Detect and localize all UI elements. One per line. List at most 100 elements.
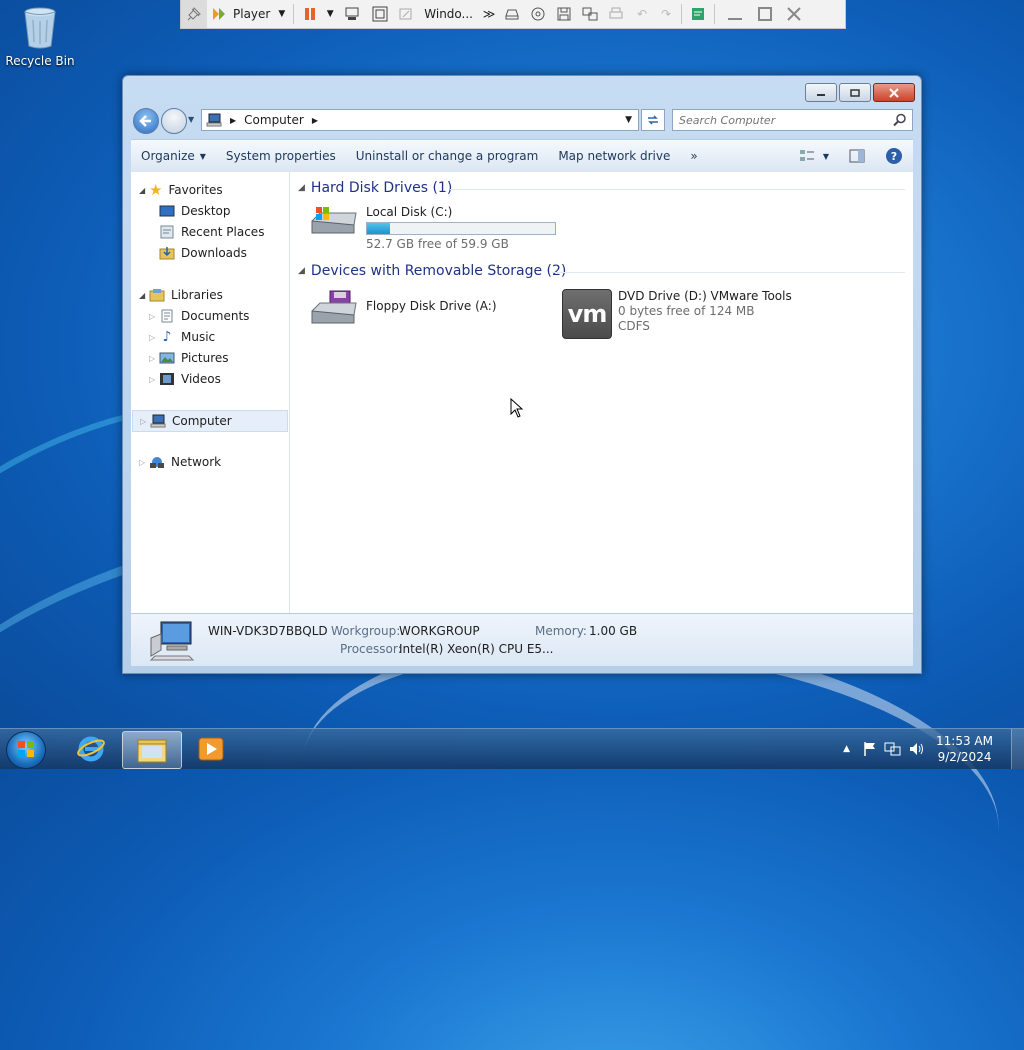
workgroup-label: Workgroup: bbox=[331, 624, 401, 638]
map-network-drive-button[interactable]: Map network drive bbox=[548, 143, 680, 169]
drive-local-disk-c[interactable]: Local Disk (C:) 52.7 GB free of 59.9 GB bbox=[308, 205, 556, 252]
nav-recent-places[interactable]: Recent Places bbox=[159, 222, 264, 242]
uninstall-program-button[interactable]: Uninstall or change a program bbox=[346, 143, 549, 169]
desktop-icon bbox=[159, 205, 175, 217]
nav-favorites[interactable]: ◢ ★ Favorites bbox=[139, 180, 223, 200]
system-tray: ▲ 11:53 AM 9/2/2024 bbox=[843, 729, 1024, 769]
close-icon[interactable] bbox=[779, 0, 809, 28]
more-commands-button[interactable]: » bbox=[680, 143, 707, 169]
nav-libraries[interactable]: ◢ Libraries bbox=[139, 285, 223, 305]
pin-icon[interactable] bbox=[181, 0, 207, 28]
clock-time: 11:53 AM bbox=[936, 734, 993, 748]
search-icon[interactable] bbox=[893, 113, 907, 127]
pause-icon bbox=[305, 8, 316, 20]
floppy-icon[interactable] bbox=[551, 0, 577, 28]
floppy-drive-icon bbox=[311, 290, 357, 324]
fullscreen-button[interactable] bbox=[366, 0, 394, 28]
taskbar-media-player[interactable] bbox=[182, 731, 240, 767]
nav-music[interactable]: ▷ ♪ Music bbox=[149, 327, 215, 347]
star-icon: ★ bbox=[149, 181, 163, 199]
command-bar: Organize ▼ System properties Uninstall o… bbox=[131, 139, 913, 173]
unity-button[interactable] bbox=[394, 0, 418, 28]
system-properties-button[interactable]: System properties bbox=[216, 143, 346, 169]
forward-button[interactable] bbox=[161, 108, 187, 134]
address-bar[interactable]: ▶ Computer ▶ ▼ bbox=[201, 109, 639, 131]
recent-pages-chevron-icon[interactable]: ▼ bbox=[188, 115, 194, 124]
cd-icon[interactable] bbox=[525, 0, 551, 28]
restore-icon[interactable] bbox=[751, 0, 779, 28]
organize-button[interactable]: Organize ▼ bbox=[131, 143, 216, 169]
collapsed-triangle-icon[interactable]: ▷ bbox=[149, 354, 159, 363]
taskbar-windows-explorer[interactable] bbox=[122, 731, 182, 769]
nav-desktop[interactable]: Desktop bbox=[159, 201, 231, 221]
memory-value: 1.00 GB bbox=[589, 624, 638, 638]
arrow-left-icon bbox=[139, 115, 151, 127]
pause-button[interactable] bbox=[298, 0, 322, 28]
breadcrumb-computer[interactable]: Computer bbox=[244, 113, 304, 127]
drive-dvd-d[interactable]: vm DVD Drive (D:) VMware Tools 0 bytes f… bbox=[562, 289, 792, 339]
nav-computer[interactable]: ▷ Computer bbox=[132, 410, 288, 432]
forward-icon[interactable]: ↷ bbox=[655, 0, 677, 28]
network-icon[interactable] bbox=[577, 0, 603, 28]
collapsed-triangle-icon[interactable]: ▷ bbox=[149, 333, 159, 342]
preview-pane-button[interactable] bbox=[839, 143, 875, 169]
group-hard-disk-drives[interactable]: ◢ Hard Disk Drives (1) bbox=[298, 180, 452, 196]
action-center-flag-icon[interactable] bbox=[862, 741, 878, 757]
drive-floppy-a[interactable]: Floppy Disk Drive (A:) bbox=[308, 289, 497, 329]
clock[interactable]: 11:53 AM 9/2/2024 bbox=[936, 733, 993, 765]
videos-icon bbox=[160, 373, 174, 385]
window-minimize-button[interactable] bbox=[805, 83, 837, 102]
group-collapse-icon[interactable]: ◢ bbox=[298, 183, 305, 193]
show-desktop-button[interactable] bbox=[1011, 729, 1024, 769]
nav-videos[interactable]: ▷ Videos bbox=[149, 369, 221, 389]
drive-c-usage-fill bbox=[367, 223, 390, 234]
more-icon[interactable]: ≫ bbox=[479, 0, 499, 28]
refresh-button[interactable] bbox=[641, 109, 665, 131]
minimize-icon[interactable] bbox=[719, 0, 751, 28]
search-input[interactable] bbox=[673, 112, 893, 128]
removable-device-icon[interactable] bbox=[499, 0, 525, 28]
show-hidden-icons-icon[interactable]: ▲ bbox=[843, 744, 850, 754]
media-player-icon bbox=[198, 737, 224, 761]
printer-icon[interactable] bbox=[603, 0, 629, 28]
breadcrumb-arrow-icon[interactable]: ▶ bbox=[312, 116, 318, 125]
nav-documents[interactable]: ▷ Documents bbox=[149, 306, 249, 326]
taskbar: ▲ 11:53 AM 9/2/2024 bbox=[0, 728, 1024, 769]
window-close-button[interactable] bbox=[873, 83, 915, 102]
back-icon[interactable]: ↶ bbox=[629, 0, 655, 28]
folder-icon bbox=[137, 739, 167, 763]
start-button[interactable] bbox=[6, 731, 46, 769]
player-menu[interactable]: Player ▼ bbox=[207, 0, 289, 28]
collapsed-triangle-icon[interactable]: ▷ bbox=[139, 458, 149, 467]
window-maximize-button[interactable] bbox=[839, 83, 871, 102]
change-view-button[interactable]: ▼ bbox=[789, 143, 839, 169]
expanded-triangle-icon[interactable]: ◢ bbox=[139, 186, 149, 195]
network-status-icon[interactable] bbox=[884, 741, 902, 757]
nav-downloads[interactable]: Downloads bbox=[159, 243, 247, 263]
recycle-bin[interactable]: Recycle Bin bbox=[4, 6, 76, 68]
recycle-bin-label: Recycle Bin bbox=[5, 54, 75, 68]
windows-menu[interactable]: Windo... bbox=[418, 0, 479, 28]
mouse-cursor-icon bbox=[510, 398, 524, 418]
address-dropdown-chevron-icon[interactable]: ▼ bbox=[625, 115, 632, 125]
collapsed-triangle-icon[interactable]: ▷ bbox=[149, 375, 159, 384]
taskbar-internet-explorer[interactable] bbox=[62, 731, 120, 767]
nav-pictures[interactable]: ▷ Pictures bbox=[149, 348, 229, 368]
breadcrumb-arrow-icon[interactable]: ▶ bbox=[230, 116, 236, 125]
collapsed-triangle-icon[interactable]: ▷ bbox=[149, 312, 159, 321]
group-collapse-icon[interactable]: ◢ bbox=[298, 266, 305, 276]
send-ctrl-alt-del-button[interactable] bbox=[338, 0, 366, 28]
processor-value: Intel(R) Xeon(R) CPU E5... bbox=[399, 642, 554, 656]
back-button[interactable] bbox=[133, 108, 159, 134]
group-removable-label: Devices with Removable Storage (2) bbox=[310, 263, 567, 279]
nav-videos-label: Videos bbox=[181, 372, 221, 386]
expanded-triangle-icon[interactable]: ◢ bbox=[139, 291, 149, 300]
collapsed-triangle-icon[interactable]: ▷ bbox=[140, 417, 150, 426]
search-box[interactable] bbox=[672, 109, 913, 131]
help-button[interactable]: ? bbox=[875, 143, 913, 169]
group-removable-storage[interactable]: ◢ Devices with Removable Storage (2) bbox=[298, 263, 566, 279]
volume-icon[interactable] bbox=[908, 741, 926, 757]
pause-menu-chevron-icon[interactable]: ▼ bbox=[322, 0, 338, 28]
nav-network[interactable]: ▷ Network bbox=[139, 452, 221, 472]
notes-icon[interactable] bbox=[686, 0, 710, 28]
